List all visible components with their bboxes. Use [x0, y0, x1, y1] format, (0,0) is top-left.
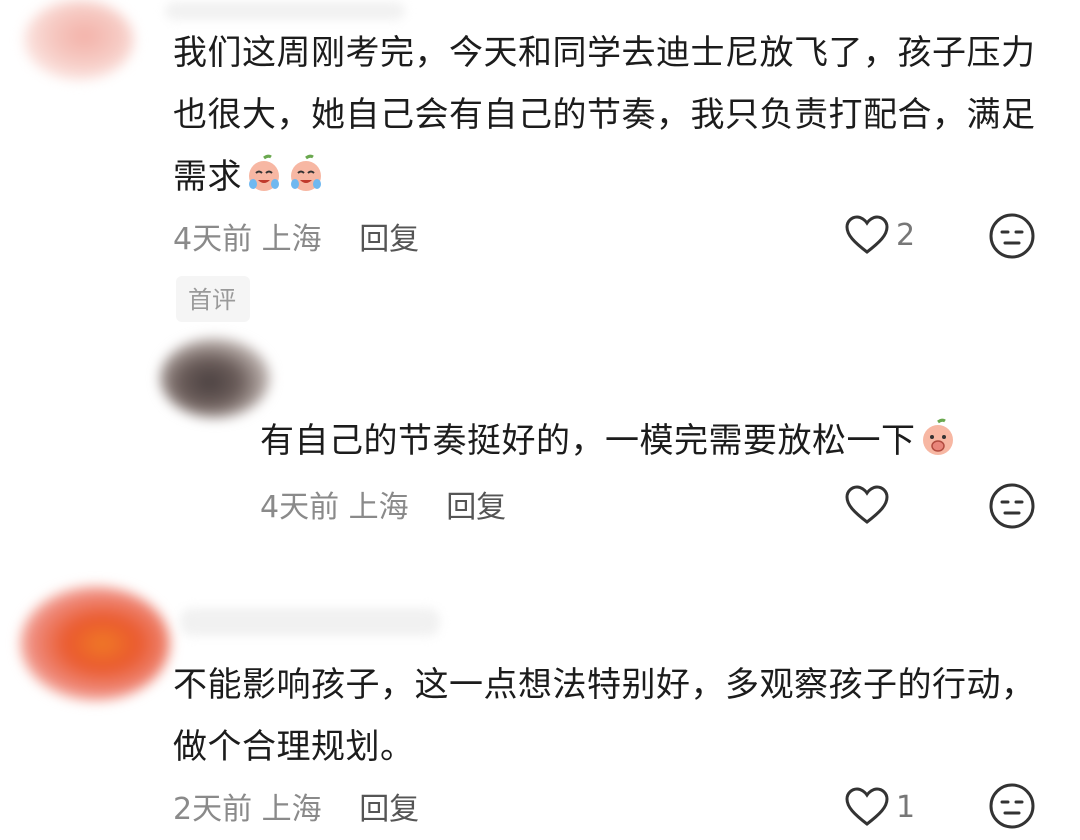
- comment-text: 不能影响孩子，这一点想法特别好，多观察孩子的行动，做个合理规划。: [173, 654, 1043, 778]
- avatar[interactable]: [20, 586, 170, 701]
- neutral-face-icon[interactable]: [988, 782, 1036, 830]
- reply-button[interactable]: 回复: [359, 792, 419, 827]
- like-count: 2: [896, 217, 916, 253]
- neutral-face-icon[interactable]: [988, 482, 1036, 530]
- covering-mouth-emoji-icon: [922, 418, 953, 455]
- avatar[interactable]: [160, 338, 270, 418]
- comment-meta: 4天前 上海 回复: [260, 482, 506, 526]
- username-blurred[interactable]: [165, 2, 405, 20]
- crying-laugh-emoji-icon: [249, 154, 279, 191]
- reply-button[interactable]: 回复: [446, 490, 506, 525]
- like-count: 1: [896, 789, 916, 825]
- heart-outline-icon: [845, 485, 889, 524]
- username-blurred[interactable]: [180, 608, 440, 636]
- location: 上海: [261, 222, 322, 257]
- comment-meta: 2天前 上海 回复: [173, 784, 419, 828]
- comment-text: 我们这周刚考完，今天和同学去迪士尼放飞了，孩子压力也很大，她自己会有自己的节奏，…: [173, 22, 1043, 208]
- heart-outline-icon: [845, 787, 889, 826]
- timestamp: 4天前: [173, 222, 253, 257]
- comment-body: 有自己的节奏挺好的，一模完需要放松一下: [260, 421, 916, 461]
- reply-button[interactable]: 回复: [359, 222, 419, 257]
- first-comment-badge: 首评: [176, 276, 250, 322]
- heart-outline-icon: [845, 215, 889, 254]
- like-button[interactable]: 1: [844, 786, 915, 828]
- like-button[interactable]: 2: [844, 214, 915, 256]
- comment-meta: 4天前 上海 回复: [173, 214, 419, 258]
- location: 上海: [348, 490, 409, 525]
- comment-body: 不能影响孩子，这一点想法特别好，多观察孩子的行动，做个合理规划。: [173, 665, 1036, 767]
- comment-text: 有自己的节奏挺好的，一模完需要放松一下: [260, 410, 1060, 472]
- avatar[interactable]: [24, 0, 134, 80]
- location: 上海: [261, 792, 322, 827]
- timestamp: 2天前: [173, 792, 253, 827]
- timestamp: 4天前: [260, 490, 340, 525]
- like-button[interactable]: [844, 484, 896, 526]
- crying-laugh-emoji-icon: [291, 154, 321, 191]
- neutral-face-icon[interactable]: [988, 212, 1036, 260]
